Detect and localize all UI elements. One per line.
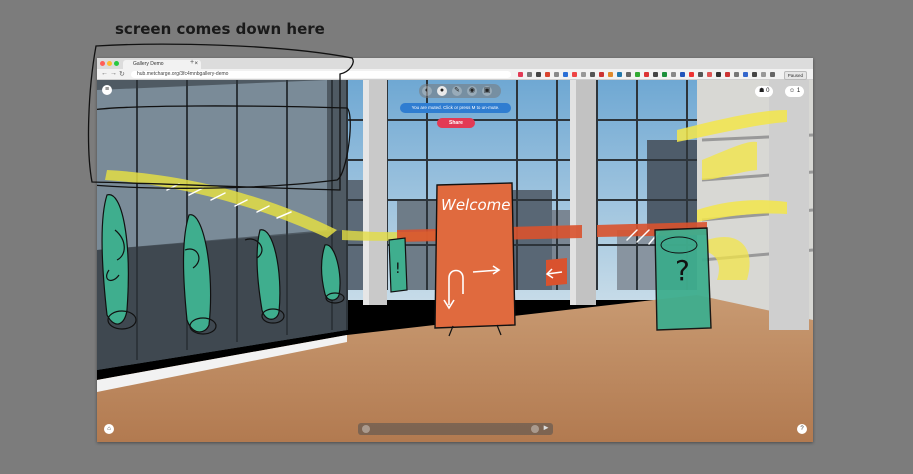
drawn-screen-outline — [87, 43, 354, 191]
annotation-overlay — [87, 43, 354, 191]
